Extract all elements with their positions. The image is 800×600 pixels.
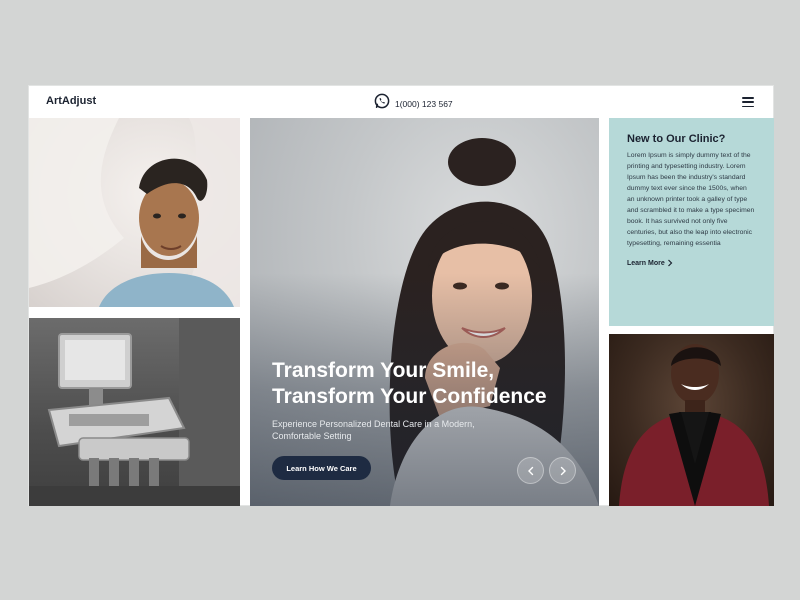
learn-more-label: Learn More bbox=[627, 259, 665, 267]
smiling-man-photo bbox=[609, 334, 774, 506]
clinic-card-text: Lorem Ipsum is simply dummy text of the … bbox=[627, 152, 755, 247]
learn-more-link[interactable]: Learn More bbox=[627, 259, 673, 267]
hamburger-menu-icon[interactable] bbox=[742, 97, 754, 107]
hero-title-line2: Transform Your Confidence bbox=[272, 385, 547, 408]
hero-subtitle: Experience Personalized Dental Care in a… bbox=[272, 419, 475, 441]
learn-how-we-care-button[interactable]: Learn How We Care bbox=[272, 456, 371, 480]
hero-overlay bbox=[250, 118, 599, 506]
clinic-card-title: New to Our Clinic? bbox=[627, 133, 726, 145]
phone-number: 1(000) 123 567 bbox=[395, 98, 453, 109]
chevron-right-icon bbox=[560, 466, 566, 475]
whatsapp-icon bbox=[374, 93, 390, 114]
hero-title: Transform Your Smile, Transform Your Con… bbox=[272, 358, 547, 410]
page-frame: ArtAdjust 1(000) 123 567 Transform Your … bbox=[28, 85, 774, 506]
site-header: ArtAdjust 1(000) 123 567 bbox=[29, 86, 775, 118]
hero-title-line1: Transform Your Smile, bbox=[272, 359, 495, 382]
patient-boy-photo bbox=[29, 118, 240, 307]
dental-equipment-photo bbox=[29, 318, 240, 506]
carousel-prev-button[interactable] bbox=[517, 457, 544, 484]
phone-contact[interactable]: 1(000) 123 567 bbox=[374, 93, 453, 114]
new-patient-card: New to Our Clinic? Lorem Ipsum is simply… bbox=[609, 118, 774, 326]
carousel-next-button[interactable] bbox=[549, 457, 576, 484]
chevron-left-icon bbox=[527, 466, 533, 475]
site-logo[interactable]: ArtAdjust bbox=[46, 95, 96, 107]
hero-banner: Transform Your Smile, Transform Your Con… bbox=[250, 118, 599, 506]
chevron-right-icon bbox=[667, 259, 673, 267]
